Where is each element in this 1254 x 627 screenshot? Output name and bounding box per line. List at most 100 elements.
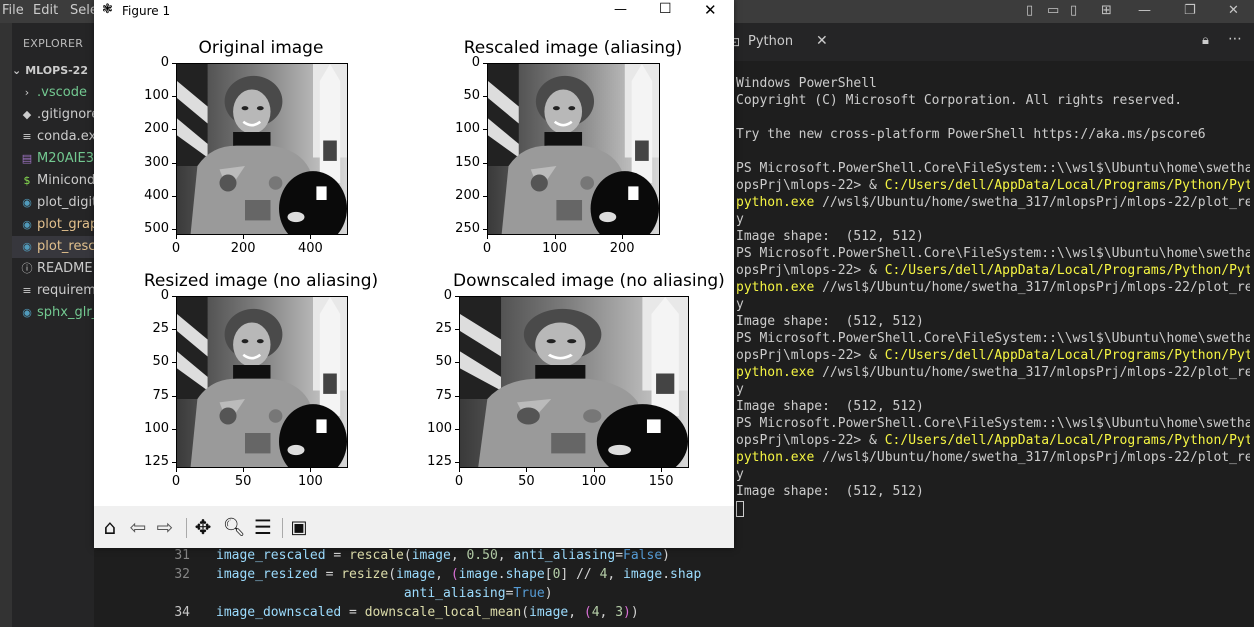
y-tick-mark	[483, 195, 487, 197]
terminal-output-line: Image shape: (512, 512)	[736, 484, 924, 499]
y-tick-label: 150	[455, 154, 480, 170]
x-tick-label: 100	[581, 474, 607, 489]
toggle-sidebar-icon[interactable]: ▯	[1026, 3, 1033, 18]
y-tick-mark	[172, 96, 176, 98]
more-icon[interactable]: ⋯	[1228, 31, 1242, 47]
file-item[interactable]: ◉ plot_resca	[12, 236, 94, 258]
terminal-tab-python[interactable]: Python	[748, 34, 793, 49]
matplotlib-logo-icon: ❃	[102, 2, 113, 17]
y-tick-mark	[172, 329, 176, 331]
y-tick-label: 100	[144, 420, 169, 436]
menu-edit[interactable]: Edit	[33, 3, 58, 18]
terminal-output[interactable]: Windows PowerShell Copyright (C) Microso…	[716, 61, 1254, 627]
y-tick-mark	[455, 462, 459, 463]
subplot-image[interactable]	[487, 63, 660, 235]
zoom-icon[interactable]: 🔍︎	[221, 514, 247, 540]
pan-icon[interactable]: ✥	[190, 514, 216, 540]
restore-icon[interactable]: ❐	[1184, 3, 1196, 18]
x-tick-label: 0	[454, 474, 464, 489]
terminal-command: y	[736, 382, 744, 397]
forward-icon[interactable]: ⇨	[152, 514, 178, 540]
x-tick-mark	[593, 468, 595, 472]
line-number: 32	[174, 567, 190, 582]
code-line-32[interactable]: 32 image_resized = resize(image, (image.s…	[94, 565, 716, 584]
close-icon[interactable]: ✕	[704, 1, 717, 19]
subplot-image[interactable]	[176, 63, 348, 235]
maximize-icon[interactable]: ☐	[659, 1, 672, 17]
terminal-command: y	[736, 297, 744, 312]
astronaut-image	[460, 297, 688, 467]
y-tick-mark	[172, 362, 176, 364]
back-icon[interactable]: ⇦	[125, 514, 151, 540]
root-folder[interactable]: ⌄ MLOPS-22	[12, 64, 88, 77]
file-item[interactable]: ▤ M20AIE31	[12, 148, 94, 170]
file-item[interactable]: › .vscode	[12, 82, 94, 104]
file-item[interactable]: ◉ plot_grap	[12, 214, 94, 236]
toolbar-divider	[282, 518, 283, 538]
python-icon: ◉	[22, 218, 32, 231]
x-tick-label: 100	[542, 241, 567, 256]
subplot-image[interactable]	[176, 296, 348, 468]
menu-file[interactable]: File	[2, 3, 24, 18]
line-number: 31	[174, 548, 190, 563]
y-tick-label: 100	[427, 420, 452, 436]
code-line-34[interactable]: 34 image_downscaled = downscale_local_mea…	[94, 603, 716, 622]
terminal-command: python.exe //wsl$/Ubuntu/home/swetha_317…	[736, 280, 1250, 295]
y-tick-label: 0	[160, 55, 169, 70]
file-name: conda.exe	[37, 129, 94, 144]
y-tick-label: 100	[455, 121, 480, 137]
toggle-panel-icon[interactable]: ▭	[1047, 3, 1059, 18]
y-tick-mark	[172, 296, 176, 297]
y-tick-label: 50	[463, 88, 480, 104]
file-item[interactable]: ◆ .gitignore	[12, 104, 94, 126]
subplot-image[interactable]	[459, 296, 689, 468]
root-folder-label: MLOPS-22	[25, 64, 88, 77]
y-tick-label: 75	[152, 387, 169, 403]
layout-icon[interactable]: ⊞	[1101, 3, 1112, 18]
x-tick-mark	[243, 235, 245, 239]
x-tick-mark	[176, 468, 177, 472]
figure-titlebar: ❃ Figure 1 — ☐ ✕	[94, 0, 734, 22]
y-tick-mark	[483, 63, 487, 64]
list-icon: ≡	[22, 130, 32, 143]
minimize-icon[interactable]: —	[1138, 3, 1151, 18]
lock-icon[interactable]: 🔒︎	[1202, 33, 1209, 48]
y-tick-label: 50	[435, 354, 452, 370]
code-line-31[interactable]: 31 image_rescaled = rescale(image, 0.50, …	[94, 546, 716, 565]
file-item[interactable]: ≡ conda.exe	[12, 126, 94, 148]
terminal-prompt: PS Microsoft.PowerShell.Core\FileSystem:…	[736, 331, 1250, 346]
y-tick-mark	[172, 229, 176, 230]
save-icon[interactable]: ▣	[286, 514, 312, 540]
code-line-33[interactable]: anti_aliasing=True)	[94, 584, 716, 603]
x-tick-label: 50	[234, 474, 252, 489]
python-icon: ◉	[22, 240, 32, 253]
y-tick-mark	[483, 96, 487, 98]
y-tick-mark	[483, 229, 487, 230]
x-tick-mark	[526, 468, 528, 472]
close-window-icon[interactable]: ✕	[1228, 3, 1239, 18]
close-tab-icon[interactable]: ✕	[816, 33, 828, 49]
configure-icon[interactable]: ☰	[250, 514, 276, 540]
file-item[interactable]: ≡ requireme	[12, 280, 94, 302]
gitignore-icon: ◆	[22, 108, 32, 121]
file-name: plot_digits	[37, 195, 94, 210]
y-tick-label: 125	[427, 454, 452, 469]
x-tick-label: 150	[648, 474, 674, 489]
minimize-icon[interactable]: —	[614, 2, 627, 17]
file-item[interactable]: ⓘ README.m	[12, 258, 95, 280]
toggle-secondary-icon[interactable]: ▯	[1070, 3, 1077, 18]
x-tick-mark	[310, 235, 312, 239]
file-item[interactable]: ◉ plot_digits	[12, 192, 94, 214]
terminal-prompt: PS Microsoft.PowerShell.Core\FileSystem:…	[736, 161, 1250, 176]
y-tick-mark	[483, 129, 487, 131]
home-icon[interactable]: ⌂	[97, 514, 123, 540]
list-icon: ≡	[22, 284, 32, 297]
file-item[interactable]: ◉ sphx_glr_p	[12, 302, 94, 324]
python-icon: ◉	[22, 306, 32, 319]
file-name: Miniconda	[37, 173, 94, 188]
terminal-cursor[interactable]	[736, 500, 1250, 517]
subplot-title: Resized image (no aliasing)	[143, 271, 379, 291]
y-tick-label: 125	[144, 454, 169, 469]
file-item[interactable]: $ Miniconda	[12, 170, 95, 192]
